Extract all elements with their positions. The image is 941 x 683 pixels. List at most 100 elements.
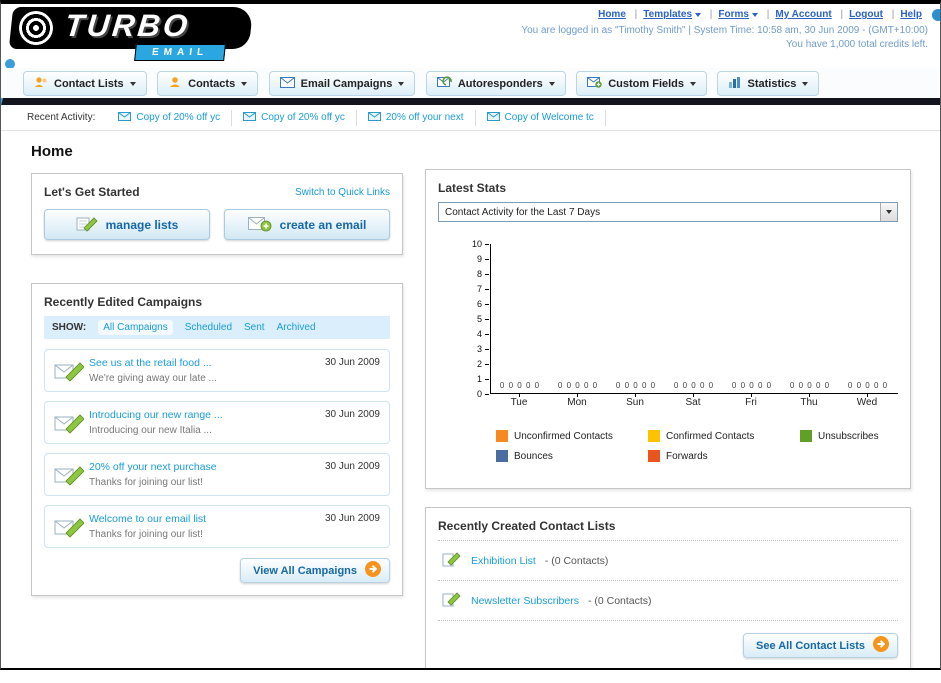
top-link-logout[interactable]: Logout xyxy=(849,9,883,20)
latest-stats-title: Latest Stats xyxy=(438,181,507,195)
envelope-pencil-icon xyxy=(54,515,85,544)
chevron-down-icon xyxy=(398,81,405,86)
contact-lists-title: Recently Created Contact Lists xyxy=(438,519,616,533)
nav-tab-custom-fields[interactable]: Custom Fields xyxy=(576,71,708,96)
legend-swatch xyxy=(496,450,508,462)
manage-lists-button[interactable]: manage lists xyxy=(44,209,210,240)
switch-quick-links-link[interactable]: Switch to Quick Links xyxy=(295,187,390,198)
pencil-list-icon xyxy=(76,215,98,235)
campaigns-title: Recently Edited Campaigns xyxy=(44,295,203,309)
filter-scheduled[interactable]: Scheduled xyxy=(185,322,232,333)
legend-item-unsubscribes: Unsubscribes xyxy=(800,430,940,442)
main-navigation: Contact Lists Contacts Email Campaigns A… xyxy=(1,68,940,98)
autoresponder-icon xyxy=(436,76,452,91)
top-link-my-account-wrap: My Account xyxy=(775,9,849,20)
header-info: Home Templates Forms My Account Logout H… xyxy=(521,9,928,50)
nav-tab-email-campaigns[interactable]: Email Campaigns xyxy=(268,71,416,96)
contact-list-items: Exhibition List - (0 Contacts) Newslette… xyxy=(438,540,898,621)
recent-activity-item[interactable]: Copy of 20% off yc xyxy=(107,109,233,126)
header: TURBO EMAIL Home Templates Forms My Acco… xyxy=(1,4,940,114)
top-nav-links: Home Templates Forms My Account Logout H… xyxy=(521,9,928,20)
chevron-down-icon xyxy=(241,81,248,86)
legend-swatch xyxy=(800,430,812,442)
top-link-forms[interactable]: Forms xyxy=(718,9,758,20)
bar-chart-icon xyxy=(728,76,741,91)
chevron-down-icon xyxy=(129,81,136,86)
top-link-my-account[interactable]: My Account xyxy=(775,9,831,20)
nav-divider-bar xyxy=(1,98,940,105)
contact-list-link[interactable]: Newsletter Subscribers xyxy=(471,595,579,607)
campaign-subtitle: Thanks for joining our list! xyxy=(89,477,203,488)
app-logo[interactable]: TURBO EMAIL xyxy=(7,7,269,63)
campaign-date: 30 Jun 2009 xyxy=(324,409,380,420)
legend-item-confirmed: Confirmed Contacts xyxy=(648,430,800,442)
top-link-help-wrap: Help xyxy=(900,9,928,20)
campaign-row[interactable]: 20% off your next purchase Thanks for jo… xyxy=(44,453,390,496)
contact-list-row[interactable]: Exhibition List - (0 Contacts) xyxy=(438,541,898,581)
get-started-panel: Let's Get Started Switch to Quick Links … xyxy=(31,173,403,255)
latest-stats-header: Latest Stats xyxy=(426,170,910,202)
get-started-header: Let's Get Started Switch to Quick Links xyxy=(32,174,402,206)
logo-swirl-icon xyxy=(19,11,53,45)
campaign-row[interactable]: Welcome to our email list Thanks for joi… xyxy=(44,505,390,548)
nav-tab-contacts[interactable]: Contacts xyxy=(157,71,259,96)
envelope-icon xyxy=(486,111,500,124)
zero-values-group: 0 0 0 0 0 xyxy=(847,381,889,390)
recent-activity-item[interactable]: Copy of 20% off yc xyxy=(232,109,357,126)
top-link-templates[interactable]: Templates xyxy=(643,9,702,20)
campaign-row[interactable]: Introducing our new range ... Introducin… xyxy=(44,401,390,444)
campaign-date: 30 Jun 2009 xyxy=(324,513,380,524)
legend-row: Bounces Forwards xyxy=(496,450,940,462)
arrow-circle-icon xyxy=(873,636,889,655)
get-started-buttons: manage lists create an email xyxy=(32,206,402,254)
pencil-icon xyxy=(442,550,462,571)
envelope-plus-icon xyxy=(247,215,272,235)
nav-tab-statistics[interactable]: Statistics xyxy=(717,71,820,96)
campaign-subtitle: Thanks for joining our list! xyxy=(89,529,203,540)
zero-values-group: 0 0 0 0 0 xyxy=(673,381,715,390)
legend-item-bounces: Bounces xyxy=(496,450,648,462)
login-info: You are logged in as "Timothy Smith" | S… xyxy=(521,25,928,36)
stats-period-select[interactable]: Contact Activity for the Last 7 Days xyxy=(438,202,898,222)
campaign-row[interactable]: See us at the retail food ... We're givi… xyxy=(44,349,390,392)
legend-swatch xyxy=(648,430,660,442)
filter-archived[interactable]: Archived xyxy=(277,322,316,333)
left-column: Let's Get Started Switch to Quick Links … xyxy=(31,173,403,596)
envelope-pencil-icon xyxy=(54,463,85,492)
recent-activity-strip: Recent Activity: Copy of 20% off yc Copy… xyxy=(1,105,940,131)
envelope-icon xyxy=(279,76,295,91)
chevron-down-icon xyxy=(690,81,697,86)
recent-contact-lists-panel: Recently Created Contact Lists Exhibitio… xyxy=(425,507,911,668)
chart-y-axis: 10 9 8 7 6 5 4 3 2 1 0 xyxy=(471,239,490,399)
filter-all-campaigns[interactable]: All Campaigns xyxy=(98,320,173,335)
credits-info: You have 1,000 total credits left. xyxy=(786,39,928,50)
zero-values-group: 0 0 0 0 0 xyxy=(731,381,773,390)
campaign-date: 30 Jun 2009 xyxy=(324,357,380,368)
envelope-icon xyxy=(367,111,381,124)
recent-activity-item[interactable]: 20% off your next xyxy=(357,109,476,126)
filter-sent[interactable]: Sent xyxy=(244,322,265,333)
get-started-title: Let's Get Started xyxy=(44,185,140,199)
contact-list-link[interactable]: Exhibition List xyxy=(471,555,536,567)
decoration-dot xyxy=(932,9,940,21)
recent-activity-item[interactable]: Copy of Welcome tc xyxy=(476,109,606,126)
contact-list-row[interactable]: Newsletter Subscribers - (0 Contacts) xyxy=(438,581,898,621)
app-window: TURBO EMAIL Home Templates Forms My Acco… xyxy=(0,0,941,670)
top-link-home[interactable]: Home xyxy=(598,9,626,20)
custom-field-icon xyxy=(587,76,602,91)
dropdown-arrow-icon xyxy=(880,203,897,221)
contact-list-count: - (0 Contacts) xyxy=(587,594,652,607)
view-all-campaigns-button[interactable]: View All Campaigns xyxy=(240,558,390,583)
create-email-button[interactable]: create an email xyxy=(224,209,390,240)
envelope-icon xyxy=(118,111,132,124)
nav-tab-contact-lists[interactable]: Contact Lists xyxy=(23,71,147,96)
top-link-home-wrap: Home xyxy=(598,9,643,20)
nav-tab-autoresponders[interactable]: Autoresponders xyxy=(425,71,566,96)
legend-swatch xyxy=(648,450,660,462)
top-link-help[interactable]: Help xyxy=(900,9,922,20)
logo-subtext: EMAIL xyxy=(134,44,227,61)
chart-plot-area: 0 0 0 0 0 0 0 0 0 0 0 0 0 0 0 0 0 0 0 0 … xyxy=(490,244,898,394)
campaign-subtitle: Introducing our new Italia ... xyxy=(89,425,212,436)
see-all-contact-lists-button[interactable]: See All Contact Lists xyxy=(742,633,898,658)
envelope-pencil-icon xyxy=(54,411,85,440)
